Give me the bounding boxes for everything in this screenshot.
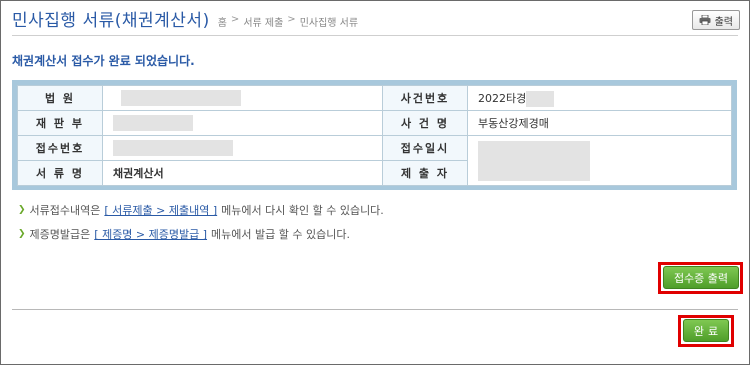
receipt-print-button[interactable]: 접수증 출력 [663,266,739,289]
submitter-label: 제 출 자 [382,160,468,186]
redacted-block [113,115,193,131]
note-item: ❯ 제증명발급은 [ 제증명 > 제증명발급 ] 메뉴에서 발급 할 수 있습니… [18,222,384,246]
doc-name-label: 서 류 명 [17,160,103,186]
arrow-icon: ❯ [18,205,26,215]
title-bar: 민사집행 서류(채권계산서) 홈 > 서류 제출 > 민사집행 서류 [12,6,358,34]
breadcrumb-separator: > [230,14,240,25]
breadcrumb-home[interactable]: 홈 [218,14,227,29]
receipt-datetime-value [467,135,732,186]
print-button[interactable]: 출력 [691,10,740,30]
case-no-label: 사건번호 [382,85,468,111]
court-value [102,85,383,111]
bottom-divider [12,309,738,310]
redacted-block [113,140,233,156]
table-row: 재 판 부 사 건 명 부동산강제경매 [17,110,732,136]
print-button-label: 출력 [714,16,733,28]
redacted-block [526,90,555,107]
receipt-no-value [102,135,383,161]
division-value [102,110,383,136]
certificate-issue-link[interactable]: [ 제증명 > 제증명발급 ] [94,226,207,242]
division-label: 재 판 부 [17,110,103,136]
case-name-label: 사 건 명 [382,110,468,136]
breadcrumb-document-submit[interactable]: 서류 제출 [243,14,283,29]
note-text: 제증명발급은 [29,228,91,241]
done-button[interactable]: 완료 [683,319,729,342]
breadcrumb-separator: > [287,14,296,25]
note-text: 메뉴에서 발급 할 수 있습니다. [211,228,350,241]
breadcrumb: 홈 > 서류 제출 > 민사집행 서류 [218,14,358,29]
case-name-value: 부동산강제경매 [467,110,732,136]
note-text: 메뉴에서 다시 확인 할 수 있습니다. [221,204,384,217]
page-title: 민사집행 서류(채권계산서) [12,11,210,31]
note-item: ❯ 서류접수내역은 [ 서류제출 > 제출내역 ] 메뉴에서 다시 확인 할 수… [18,198,384,222]
printer-icon [699,15,711,25]
case-no-value: 2022타경 [478,91,527,105]
receipt-no-label: 접수번호 [17,135,103,161]
doc-name-value: 채권계산서 [102,160,383,186]
notes-list: ❯ 서류접수내역은 [ 서류제출 > 제출내역 ] 메뉴에서 다시 확인 할 수… [18,198,384,246]
case-no-cell: 2022타경 [467,85,732,111]
court-label: 법 원 [17,85,103,111]
receipt-datetime-label: 접수일시 [382,135,468,161]
table-row: 접수번호 접수일시 [17,135,732,186]
submission-info-table: 법 원 사건번호 2022타경 재 판 부 사 건 명 부동산강제경매 접수번호… [12,80,737,190]
arrow-icon: ❯ [18,229,26,239]
title-divider [12,35,738,36]
redacted-block [478,140,590,181]
table-row: 법 원 사건번호 2022타경 [17,85,732,111]
submission-history-link[interactable]: [ 서류제출 > 제출내역 ] [104,202,217,218]
breadcrumb-current: 민사집행 서류 [299,18,359,29]
note-text: 서류접수내역은 [29,204,101,217]
completion-message: 채권계산서 접수가 완료 되었습니다. [12,54,195,68]
redacted-block [121,90,241,106]
